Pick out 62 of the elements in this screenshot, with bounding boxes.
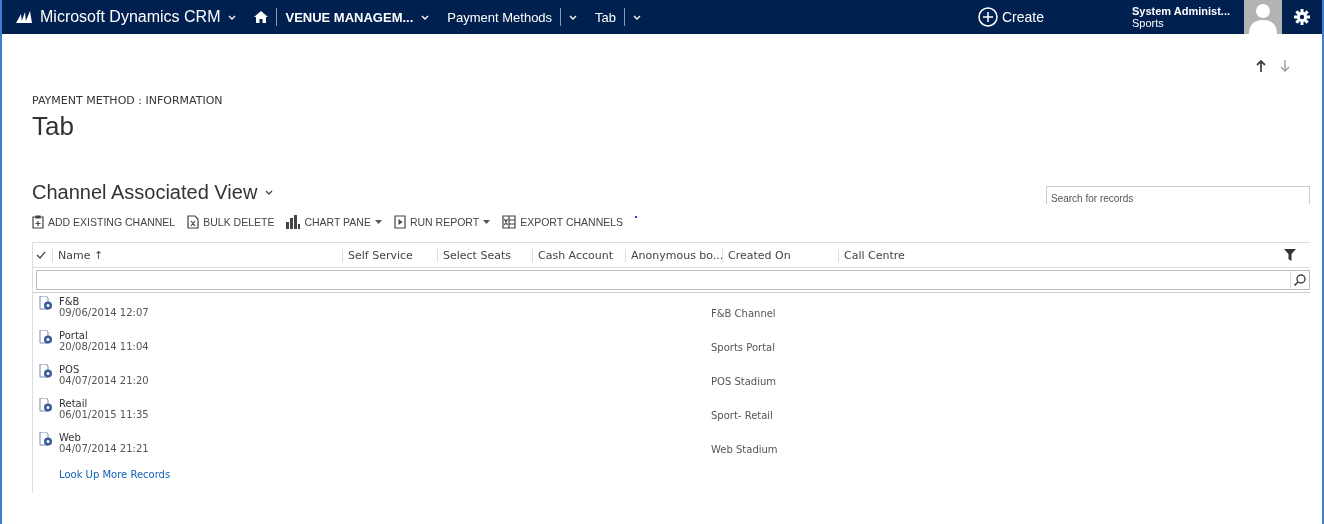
record-gear-icon (39, 398, 53, 412)
entity-link[interactable]: Payment Methods (447, 9, 553, 25)
command-button[interactable]: BULK DELETE (187, 215, 275, 229)
clipboard-add-icon (32, 215, 44, 229)
view-title[interactable]: Channel Associated View (32, 180, 258, 204)
record-date: 20/08/2014 11:04 (59, 341, 150, 352)
record-name[interactable]: Retail (59, 398, 711, 409)
column-header[interactable]: Self Service (342, 248, 437, 262)
column-header[interactable]: Anonymous bo... (625, 248, 722, 262)
search-field[interactable]: Search for records (1046, 186, 1310, 204)
record-description: F&B Channel (711, 308, 776, 319)
app-title[interactable]: Microsoft Dynamics CRM (40, 8, 221, 26)
record-name[interactable]: Portal (59, 330, 711, 341)
record-description: Sport- Retail (711, 410, 773, 421)
dropdown-icon (483, 220, 491, 224)
record-gear-icon (39, 432, 53, 446)
command-button[interactable]: CHART PANE (286, 215, 382, 229)
select-all-checkmark-icon[interactable] (36, 251, 46, 259)
record-name[interactable]: POS (59, 364, 711, 375)
command-button[interactable]: RUN REPORT (393, 215, 491, 229)
column-header[interactable]: Call Centre (838, 248, 931, 262)
chevron-icon[interactable] (265, 189, 274, 195)
dropdown-icon (374, 220, 382, 224)
record-date: 04/07/2014 21:20 (59, 375, 150, 386)
record-date: 06/01/2015 11:35 (59, 409, 150, 420)
column-header[interactable]: Name ↑ (52, 248, 342, 262)
record-gear-icon (39, 330, 53, 344)
column-header[interactable]: Cash Account (532, 248, 625, 262)
quick-find-field[interactable] (36, 270, 1310, 290)
record-date: 09/06/2014 12:07 (59, 307, 150, 318)
search-icon[interactable] (1294, 274, 1306, 286)
record-description: Web Stadium (711, 444, 778, 455)
report-icon (393, 215, 406, 229)
command-button[interactable]: ADD EXISTING CHANNEL (32, 215, 176, 229)
create-button[interactable]: Create (977, 7, 1044, 27)
filter-icon[interactable] (1284, 249, 1296, 261)
entity-label: PAYMENT METHOD : INFORMATION (32, 94, 224, 107)
record-date: 04/07/2014 21:21 (59, 443, 150, 454)
home-icon[interactable] (254, 11, 269, 23)
record-description: Sports Portal (711, 342, 775, 353)
look-up-more-link[interactable]: Look Up More Records (59, 469, 171, 480)
settings-icon[interactable] (1294, 9, 1310, 25)
plus-circle-icon (977, 7, 998, 27)
record-link[interactable]: Tab (595, 9, 617, 25)
bar-chart-icon (286, 215, 301, 229)
organization-name: Sports (1132, 17, 1165, 29)
command-button[interactable]: EXPORT CHANNELS (502, 215, 624, 229)
user-name[interactable]: System Administ... (1132, 5, 1236, 17)
record-name[interactable]: Web (59, 432, 711, 443)
record-gear-icon (39, 364, 53, 378)
logo-icon (16, 11, 32, 23)
excel-icon (502, 215, 517, 229)
up-arrow-icon[interactable] (1256, 60, 1266, 72)
document-delete-icon (187, 215, 200, 229)
record-gear-icon (39, 296, 53, 310)
down-arrow-icon[interactable] (1280, 60, 1290, 72)
area-menu[interactable]: VENUE MANAGEM... (285, 9, 414, 25)
column-header[interactable]: Select Seats (437, 248, 532, 262)
record-title: Tab (32, 111, 75, 142)
column-header[interactable]: Created On (722, 248, 838, 262)
record-description: POS Stadium (711, 376, 777, 387)
record-name[interactable]: F&B (59, 296, 711, 307)
